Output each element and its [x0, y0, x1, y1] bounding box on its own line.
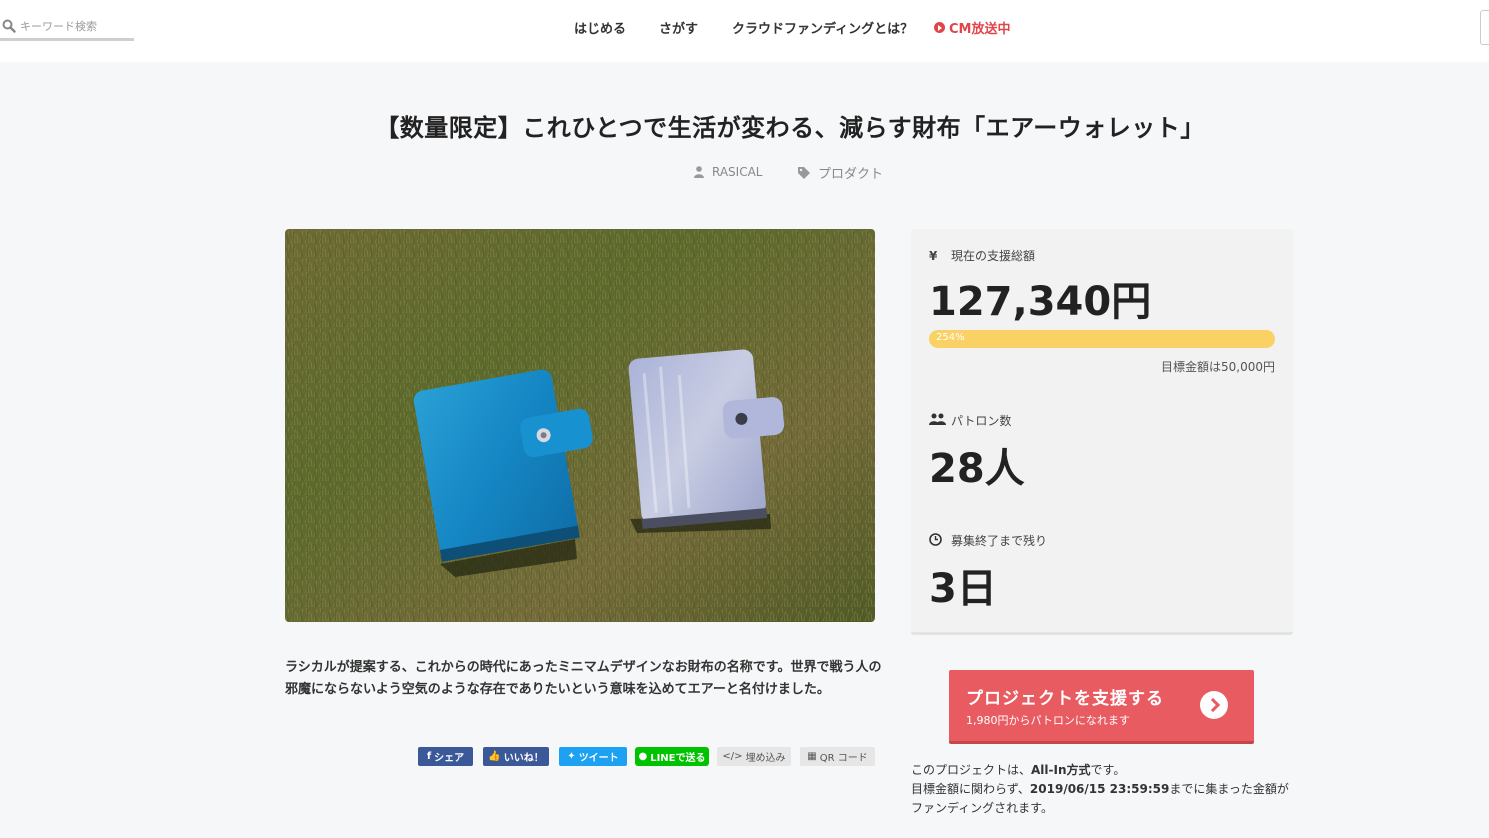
- facebook-share-button[interactable]: f シェア: [418, 747, 473, 766]
- twitter-icon: ✦: [567, 751, 576, 762]
- funded-amount: 127,340円: [929, 279, 1152, 325]
- line-label: LINEで送る: [650, 753, 706, 764]
- project-title: 【数量限定】これひとつで生活が変わる、減らす財布「エアーウォレット」: [375, 114, 1205, 142]
- project-main-image: [285, 229, 875, 622]
- project-meta: RASICAL プロダクト: [0, 163, 1489, 183]
- funded-label: ¥ 現在の支援総額: [929, 247, 1035, 264]
- note-line-1: このプロジェクトは、All-In方式です。: [911, 761, 1311, 780]
- tag-icon: [798, 166, 810, 179]
- project-description: ラシカルが提案する、これからの時代にあったミニマムデザインなお財布の名称です。世…: [285, 660, 882, 697]
- yen-icon: ¥: [929, 248, 938, 263]
- nav-cm[interactable]: CM放送中: [934, 18, 1010, 37]
- deadline-datetime: 2019/06/15 23:59:59: [1029, 782, 1170, 796]
- project-category-link[interactable]: プロダクト: [798, 163, 883, 182]
- wallets-photo: [285, 229, 875, 622]
- remaining-days: 3日: [929, 566, 997, 612]
- project-owner-link[interactable]: RASICAL: [694, 165, 763, 179]
- qr-icon: ▦: [807, 751, 817, 762]
- goal-amount: 目標金額は50,000円: [1161, 360, 1275, 374]
- like-label: いいね！: [503, 753, 544, 764]
- play-icon: [934, 22, 945, 33]
- nav-start[interactable]: はじめる: [574, 18, 626, 37]
- facebook-like-button[interactable]: 👍 いいね！: [483, 747, 549, 766]
- note-text: このプロジェクトは、: [911, 763, 1032, 777]
- users-icon: [929, 413, 947, 429]
- support-project-button[interactable]: プロジェクトを支援する 1,980円からパトロンになれます: [949, 670, 1254, 744]
- thumbs-up-icon: 👍: [488, 751, 501, 762]
- code-icon: </>: [722, 751, 743, 762]
- funding-progress-bar: 254%: [929, 330, 1275, 348]
- note-text: までに集まった金額が: [1169, 782, 1289, 796]
- top-header: はじめる さがす クラウドファンディングとは？ CM放送中: [0, 0, 1489, 62]
- support-button-sublabel: 1,980円からパトロンになれます: [966, 714, 1130, 727]
- line-send-button[interactable]: ● LINEで送る: [635, 747, 709, 766]
- patrons-label-text: パトロン数: [951, 414, 1012, 428]
- patrons-count: 28人: [929, 446, 1025, 492]
- chevron-right-icon: [1200, 691, 1228, 719]
- qr-label: QR コード: [819, 753, 868, 764]
- category-name: プロダクト: [818, 167, 884, 182]
- nav-search[interactable]: さがす: [659, 18, 698, 37]
- tweet-button[interactable]: ✦ ツイート: [559, 747, 627, 766]
- embed-label: 埋め込み: [745, 753, 786, 764]
- remaining-label-text: 募集終了まで残り: [951, 534, 1048, 548]
- funded-label-text: 現在の支援総額: [951, 249, 1036, 263]
- remaining-label: 募集終了まで残り: [929, 532, 1047, 549]
- nav-about-crowdfunding[interactable]: クラウドファンディングとは？: [732, 18, 913, 37]
- note-text: 目標金額に関わらず、: [911, 782, 1030, 796]
- note-line-3: ファンディングされます。: [911, 801, 1053, 815]
- qr-code-button[interactable]: ▦ QR コード: [800, 747, 875, 766]
- support-button-label: プロジェクトを支援する: [966, 689, 1164, 709]
- progress-percent: 254%: [936, 332, 965, 343]
- tweet-label: ツイート: [578, 753, 619, 764]
- patrons-label: パトロン数: [929, 412, 1011, 429]
- note-text: です。: [1090, 763, 1126, 777]
- funding-method-note: このプロジェクトは、All-In方式です。 目標金額に関わらず、2019/06/…: [911, 761, 1311, 818]
- clock-icon: [929, 532, 947, 549]
- user-icon: [694, 166, 704, 178]
- all-in-method: All-In方式: [1031, 763, 1091, 777]
- main-nav: はじめる さがす クラウドファンディングとは？ CM放送中: [0, 18, 1489, 38]
- owner-name: RASICAL: [712, 165, 763, 179]
- embed-button[interactable]: </> 埋め込み: [717, 747, 791, 766]
- facebook-icon: f: [426, 751, 432, 762]
- funding-stats-card: ¥ 現在の支援総額 127,340円 254% 目標金額は50,000円 パトロ…: [911, 229, 1293, 635]
- line-icon: ●: [638, 751, 648, 762]
- facebook-share-label: シェア: [434, 753, 465, 764]
- note-line-2: 目標金額に関わらず、2019/06/15 23:59:59までに集まった金額が: [911, 780, 1311, 799]
- nav-cm-label: CM放送中: [949, 22, 1011, 37]
- header-right-control[interactable]: [1480, 10, 1489, 45]
